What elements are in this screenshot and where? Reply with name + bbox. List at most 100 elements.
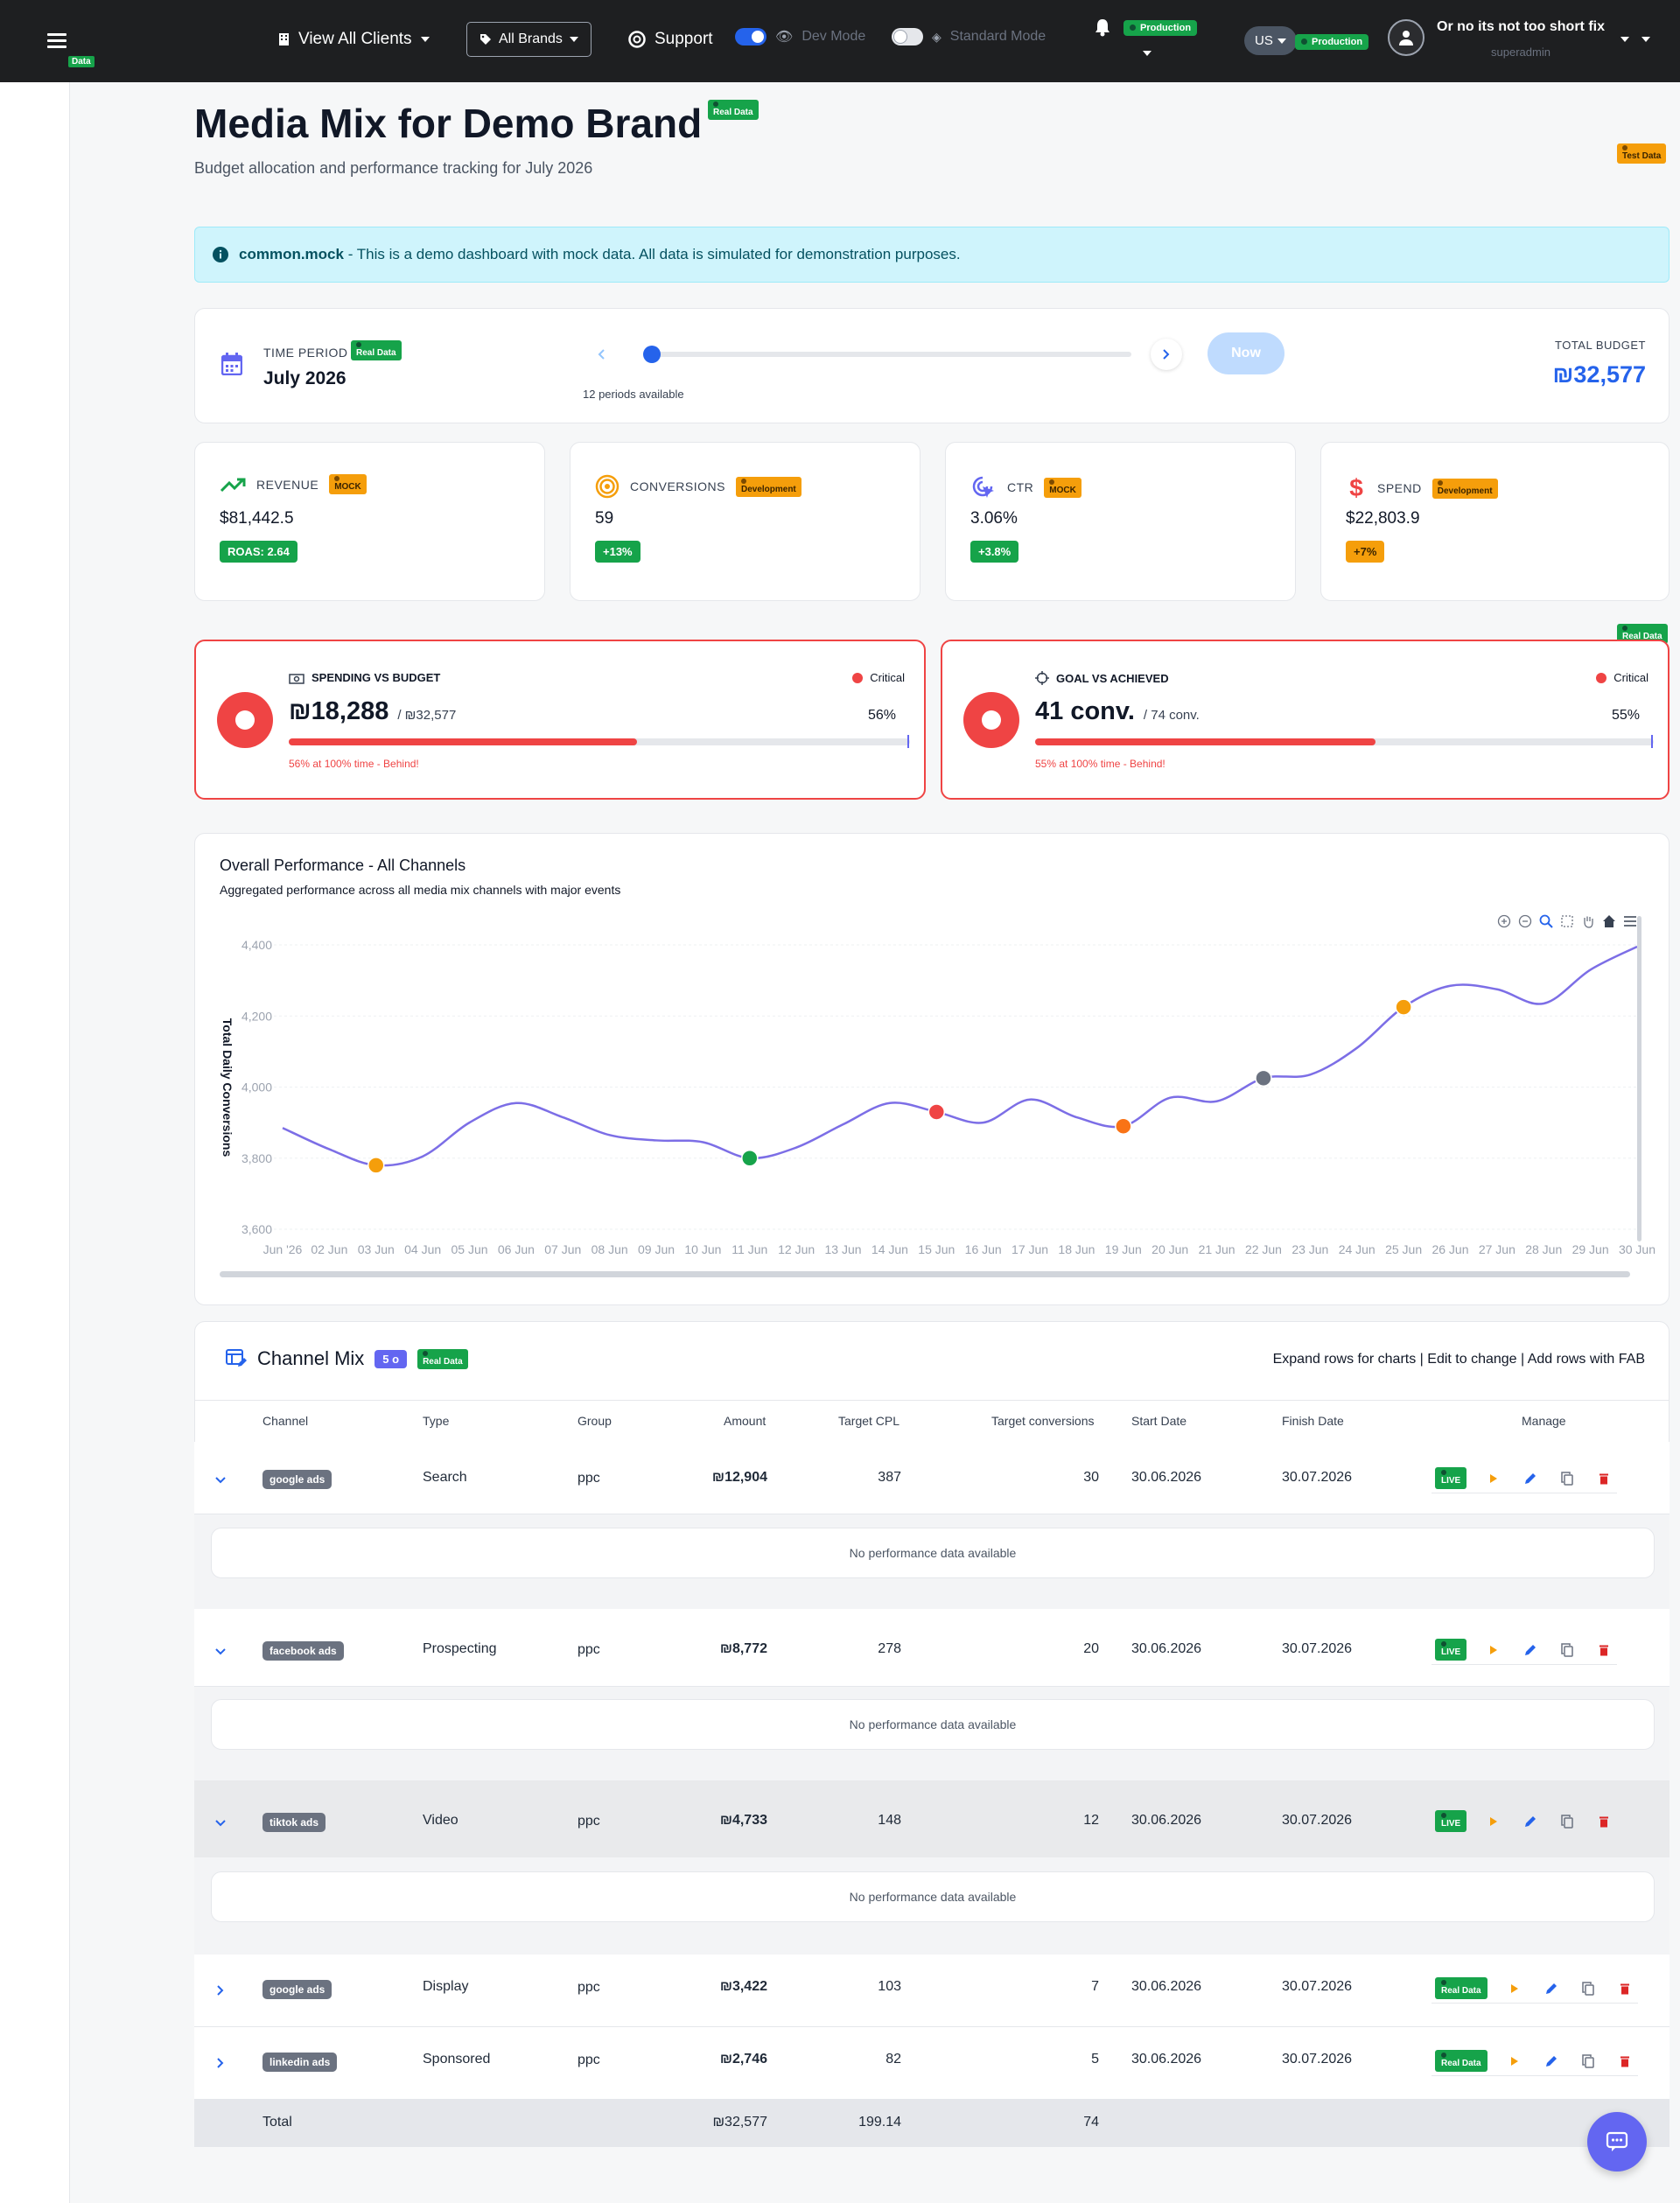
next-period-button[interactable] bbox=[1151, 339, 1182, 370]
clients-dropdown[interactable]: View All Clients bbox=[278, 30, 430, 49]
kpi-card-revenue: REVENUE MOCK $81,442.5 ROAS: 2.64 bbox=[194, 442, 545, 601]
chevron-right-icon bbox=[1163, 349, 1170, 360]
chevron-down-icon[interactable] bbox=[1143, 51, 1152, 56]
x-tick-label: Jun '26 bbox=[263, 1242, 303, 1256]
cell-type: Sponsored bbox=[423, 2052, 491, 2067]
cell-target-conversions: 30 bbox=[1083, 1470, 1099, 1485]
expand-chevron-icon[interactable] bbox=[217, 1984, 224, 2000]
edit-pencil-icon[interactable] bbox=[1521, 1640, 1540, 1660]
prev-period-button[interactable] bbox=[589, 342, 613, 367]
live-badge: LIVE bbox=[1435, 1810, 1467, 1832]
user-menu[interactable]: Or no its not too short fix superadmin bbox=[1388, 19, 1650, 59]
cell-start-date: 30.06.2026 bbox=[1131, 1641, 1202, 1656]
status-ring-icon bbox=[217, 692, 273, 748]
table-edit-icon bbox=[226, 1349, 247, 1367]
chevron-down-icon bbox=[1620, 37, 1629, 42]
trash-icon[interactable] bbox=[1615, 1979, 1634, 1998]
period-slider-track[interactable] bbox=[650, 352, 1131, 357]
x-tick-label: 22 Jun bbox=[1245, 1242, 1282, 1256]
row-manage-actions: Real Data bbox=[1432, 2046, 1638, 2076]
play-icon[interactable] bbox=[1505, 1979, 1524, 1998]
tag-icon bbox=[480, 34, 491, 45]
edit-pencil-icon[interactable] bbox=[1521, 1812, 1540, 1831]
status-badge-label: LIVE bbox=[1441, 1819, 1461, 1829]
critical-dot bbox=[1596, 672, 1607, 683]
status-badge-label: Real Data bbox=[1441, 1986, 1481, 1996]
kpi-card-conversions: CONVERSIONS Development 59 +13% bbox=[570, 442, 920, 601]
trash-icon[interactable] bbox=[1594, 1812, 1614, 1831]
chart-scrollbar-h[interactable] bbox=[220, 1271, 1630, 1277]
overall-performance-card: Overall Performance - All Channels Aggre… bbox=[194, 833, 1670, 1305]
dollar-icon: $ bbox=[1349, 474, 1363, 501]
kpi-badge: +3.8% bbox=[970, 541, 1019, 563]
standard-mode-toggle[interactable]: ◈ Standard Mode bbox=[892, 28, 1046, 45]
cell-finish-date: 30.07.2026 bbox=[1282, 1641, 1353, 1656]
trash-icon[interactable] bbox=[1594, 1469, 1614, 1488]
cell-start-date: 30.06.2026 bbox=[1131, 1470, 1202, 1485]
standard-mode-switch[interactable] bbox=[892, 28, 923, 45]
time-marker bbox=[1651, 735, 1653, 748]
copy-icon[interactable] bbox=[1558, 1469, 1577, 1488]
cell-finish-date: 30.07.2026 bbox=[1282, 2052, 1353, 2067]
region-env-label: Production bbox=[1312, 36, 1363, 47]
x-tick-label: 05 Jun bbox=[451, 1242, 487, 1256]
total-budget-label: TOTAL BUDGET bbox=[1555, 339, 1646, 352]
region-env-badge: Production bbox=[1295, 33, 1369, 50]
x-tick-label: 03 Jun bbox=[358, 1242, 395, 1256]
channel-mix-title: Channel Mix bbox=[257, 1347, 365, 1369]
dev-mode-switch[interactable] bbox=[735, 28, 766, 45]
x-tick-label: 12 Jun bbox=[778, 1242, 815, 1256]
channel-chip: linkedin ads bbox=[262, 2053, 338, 2072]
trash-icon[interactable] bbox=[1594, 1640, 1614, 1660]
kpi-label: CONVERSIONS bbox=[630, 479, 725, 493]
play-icon[interactable] bbox=[1505, 2052, 1524, 2071]
cell-target-conversions: 20 bbox=[1083, 1641, 1099, 1656]
goal-total: / 74 conv. bbox=[1143, 708, 1200, 723]
bell-icon bbox=[1096, 19, 1110, 37]
edit-pencil-icon[interactable] bbox=[1542, 1979, 1561, 1998]
expand-chevron-icon[interactable] bbox=[215, 1472, 226, 1488]
goal-progress-fill bbox=[1035, 738, 1376, 745]
col-header-group: Group bbox=[578, 1414, 612, 1428]
play-icon[interactable] bbox=[1484, 1469, 1503, 1488]
budget-total: / ₪32,577 bbox=[397, 708, 457, 723]
standard-mode-label: Standard Mode bbox=[949, 29, 1046, 44]
play-icon[interactable] bbox=[1484, 1812, 1503, 1831]
cell-amount: ₪12,904 bbox=[711, 1470, 767, 1485]
expand-chevron-icon[interactable] bbox=[215, 1644, 226, 1660]
dev-mode-toggle[interactable]: 👁 Dev Mode bbox=[735, 28, 865, 45]
notification-env-badge: Production bbox=[1124, 19, 1198, 36]
edit-pencil-icon[interactable] bbox=[1521, 1469, 1540, 1488]
test-data-tag: Test Data bbox=[1617, 143, 1667, 164]
edit-pencil-icon[interactable] bbox=[1542, 2052, 1561, 2071]
performance-line-chart[interactable]: 4,400 4,200 4,000 3,800 3,600 Total Daily Con… bbox=[195, 834, 1670, 1306]
now-button[interactable]: Now bbox=[1208, 332, 1284, 374]
trash-icon[interactable] bbox=[1615, 2052, 1634, 2071]
cell-finish-date: 30.07.2026 bbox=[1282, 1813, 1353, 1828]
support-link[interactable]: Support bbox=[628, 30, 713, 49]
channel-chip: facebook ads bbox=[262, 1641, 344, 1661]
brands-dropdown[interactable]: All Brands bbox=[466, 22, 592, 57]
menu-icon[interactable] bbox=[47, 33, 66, 49]
play-icon[interactable] bbox=[1484, 1640, 1503, 1660]
eye-icon: 👁 bbox=[775, 30, 794, 45]
cell-start-date: 30.06.2026 bbox=[1131, 1979, 1202, 1994]
cell-start-date: 30.06.2026 bbox=[1131, 1813, 1202, 1828]
copy-icon[interactable] bbox=[1578, 1979, 1598, 1998]
region-selector[interactable]: US bbox=[1244, 26, 1297, 55]
col-header-amount: Amount bbox=[724, 1414, 766, 1428]
expand-chevron-icon[interactable] bbox=[215, 1815, 226, 1831]
chart-scrollbar-v[interactable] bbox=[1637, 916, 1642, 1241]
notifications-button[interactable] bbox=[1094, 17, 1111, 41]
y-tick-label: 4,000 bbox=[242, 1081, 272, 1095]
title-tag-label: Real Data bbox=[713, 108, 753, 117]
copy-icon[interactable] bbox=[1558, 1812, 1577, 1831]
cell-target-cpl: 387 bbox=[878, 1470, 901, 1485]
chat-fab-button[interactable] bbox=[1587, 2112, 1647, 2172]
no-performance-data: No performance data available bbox=[211, 1871, 1655, 1922]
copy-icon[interactable] bbox=[1578, 2052, 1598, 2071]
period-slider-handle[interactable] bbox=[643, 346, 661, 363]
x-tick-label: 23 Jun bbox=[1292, 1242, 1328, 1256]
expand-chevron-icon[interactable] bbox=[217, 2057, 224, 2073]
copy-icon[interactable] bbox=[1558, 1640, 1577, 1660]
